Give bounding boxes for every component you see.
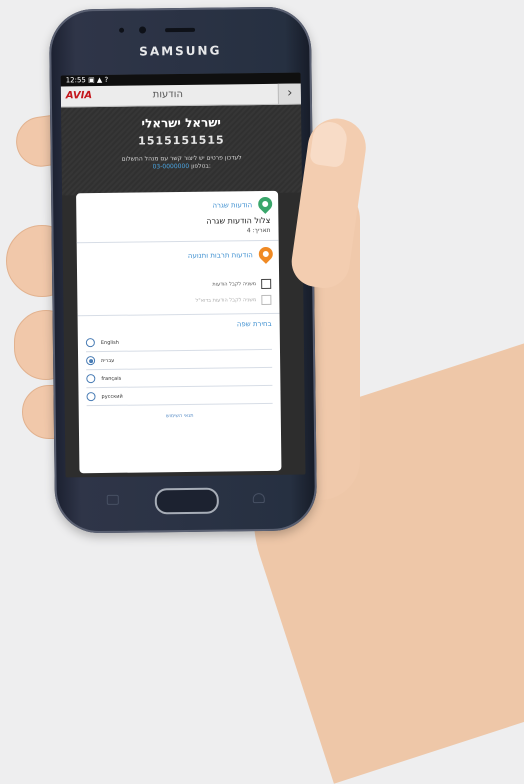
app-bar: AVIA הודעות › — [60, 83, 301, 108]
settings-card: הודעות שגרה צלול הודעות שגרה תאריך: 4 הו… — [76, 190, 282, 474]
user-number: 1515151515 — [138, 133, 225, 148]
contact-note: לעדכון פרטים יש ליצור קשר עם מנהל התשלום… — [62, 154, 302, 173]
radio-button[interactable] — [86, 356, 96, 366]
language-option-french[interactable]: français — [86, 367, 273, 389]
language-label: français — [101, 375, 122, 382]
alerts-message-sub: תאריך: 4 — [246, 226, 271, 235]
option-label: משניה לקבל הודעות — [212, 281, 257, 288]
language-option-hebrew[interactable]: עברית — [85, 349, 273, 371]
language-label: עברית — [101, 357, 115, 364]
radio-button[interactable] — [86, 374, 96, 384]
radio-button[interactable] — [86, 392, 96, 402]
traffic-option-2: משניה לקבל הודעות בדוא"ל — [85, 294, 272, 307]
alerts-section: הודעות שגרה צלול הודעות שגרה תאריך: 4 — [76, 190, 279, 244]
chevron-right-icon[interactable]: › — [277, 83, 301, 104]
map-pin-icon — [255, 194, 276, 214]
language-option-english[interactable]: English — [85, 331, 272, 353]
camera-icon — [139, 26, 147, 34]
back-key-icon[interactable] — [252, 493, 265, 504]
status-text: 12:55 ▣ ▲ ? — [65, 75, 109, 85]
traffic-section: הודעות תרבות ותנועה משניה לקבל הודעות מש… — [76, 240, 280, 317]
recent-apps-icon[interactable] — [106, 494, 119, 505]
sensor-icon — [119, 27, 125, 33]
phone-brand: SAMSUNG — [139, 43, 222, 59]
user-name: ישראל ישראלי — [141, 115, 221, 131]
terms-link[interactable]: תנאי השימוש — [79, 412, 281, 420]
note-line2: בטלפון: — [191, 162, 211, 170]
note-phone-link[interactable]: 03-0000000 — [153, 163, 190, 170]
app-bar-title: הודעות — [152, 88, 184, 101]
radio-button[interactable] — [85, 338, 95, 348]
language-label: русский — [101, 393, 123, 400]
language-label: English — [100, 339, 119, 346]
checkbox[interactable] — [261, 278, 272, 290]
language-option-russian[interactable]: русский — [86, 385, 273, 407]
screen: 12:55 ▣ ▲ ? AVIA הודעות › ישראל ישראלי 1… — [60, 72, 306, 478]
traffic-option-1[interactable]: משניה לקבל הודעות — [85, 278, 272, 291]
home-button[interactable] — [154, 487, 219, 515]
option-label: משניה לקבל הודעות בדוא"ל — [195, 297, 257, 304]
checkbox — [261, 294, 272, 306]
alerts-message-title: צלול הודעות שגרה — [206, 215, 271, 226]
phone: SAMSUNG 12:55 ▣ ▲ ? AVIA הודעות › ישראל … — [48, 6, 318, 534]
profile-header: ישראל ישראלי 1515151515 לעדכון פרטים יש … — [61, 104, 303, 196]
alerts-title: הודעות שגרה — [212, 201, 253, 210]
speaker-icon — [165, 27, 196, 33]
